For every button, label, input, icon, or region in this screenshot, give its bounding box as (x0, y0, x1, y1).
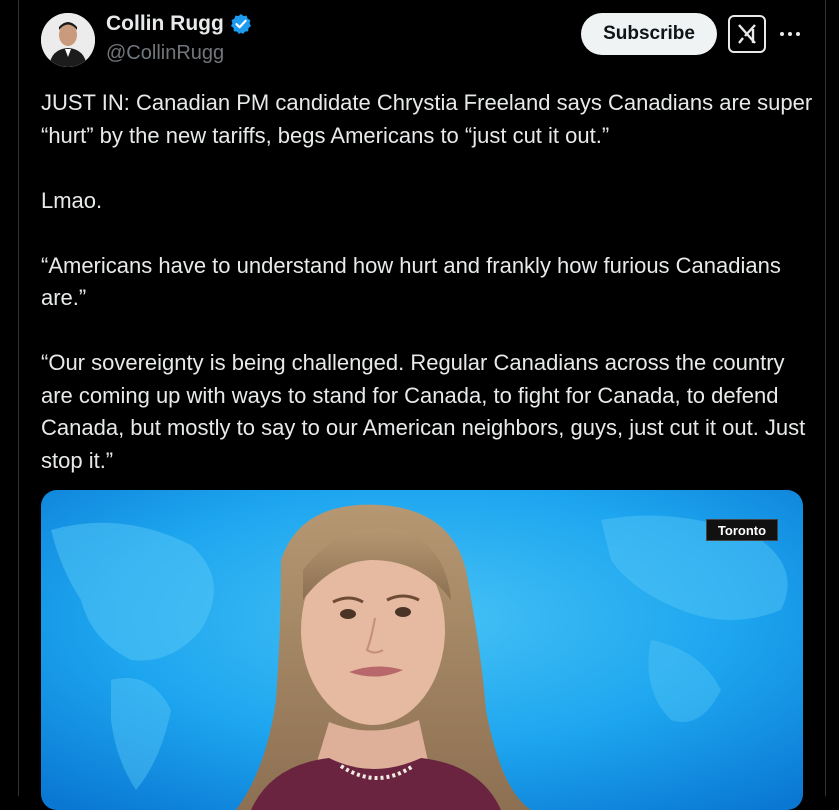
video-player[interactable] (41, 490, 803, 810)
author-display-name-row[interactable]: Collin Rugg (106, 12, 252, 36)
timeline-border-right (825, 0, 826, 796)
post-paragraph: Lmao. (41, 187, 103, 213)
timeline-border-left (18, 0, 19, 796)
grok-icon[interactable] (728, 15, 766, 53)
post-paragraph: “Americans have to understand how hurt a… (41, 252, 781, 311)
post-paragraph: “Our sovereignty is being challenged. Re… (41, 350, 806, 473)
video-location-label: Toronto (706, 519, 778, 541)
author-handle[interactable]: @CollinRugg (106, 42, 224, 65)
subscribe-button[interactable]: Subscribe (581, 13, 717, 55)
post-paragraph: JUST IN: Canadian PM candidate Chrystia … (41, 90, 813, 148)
verified-badge-icon[interactable] (230, 13, 252, 35)
post-text: JUST IN: Canadian PM candidate Chrystia … (41, 87, 821, 510)
author-display-name[interactable]: Collin Rugg (106, 12, 224, 36)
avatar[interactable] (41, 13, 95, 67)
more-options-icon[interactable] (779, 20, 801, 43)
